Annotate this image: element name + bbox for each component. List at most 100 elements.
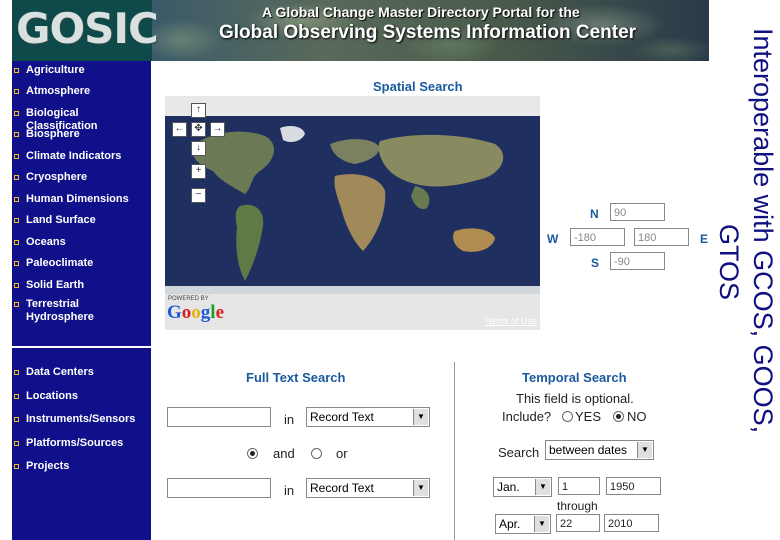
side-caption: Interoperable with GCOS, GOOS, GTOS — [712, 28, 780, 518]
gosic-logo[interactable]: GOSIC — [12, 0, 159, 61]
or-radio[interactable] — [311, 448, 322, 459]
google-g2: g — [200, 302, 211, 323]
header-banner: GOSIC A Global Change Master Directory P… — [12, 0, 709, 61]
bullet-icon — [14, 132, 19, 137]
temporal-search-title: Temporal Search — [522, 370, 627, 385]
search-mode-value: between dates — [549, 443, 628, 457]
search-mode-label: Search — [498, 445, 540, 460]
south-coordinate-input[interactable]: -90 — [610, 252, 665, 270]
sidebar-item-label: Platforms/Sources — [26, 437, 124, 449]
bullet-icon — [14, 441, 19, 446]
sidebar-item-label: Agriculture — [26, 64, 85, 76]
chevron-down-icon: ▼ — [637, 442, 652, 458]
google-e: e — [215, 302, 224, 323]
sidebar-divider — [12, 346, 151, 348]
field-select-2-value: Record Text — [310, 481, 374, 495]
east-coordinate-input[interactable]: 180 — [634, 228, 689, 246]
sidebar-item-label: Climate Indicators — [26, 150, 122, 162]
bullet-icon — [14, 89, 19, 94]
google-logo[interactable]: Google — [167, 302, 224, 324]
and-label: and — [273, 446, 295, 461]
pan-right-button[interactable]: → — [210, 122, 225, 137]
full-text-search-title: Full Text Search — [246, 370, 346, 385]
bullet-icon — [14, 68, 19, 73]
west-coordinate-input[interactable]: -180 — [570, 228, 625, 246]
chevron-down-icon: ▼ — [413, 409, 428, 425]
include-no-radio[interactable] — [613, 411, 624, 422]
sidebar-item-label: Data Centers — [26, 366, 94, 378]
include-yes-radio[interactable] — [562, 411, 573, 422]
sidebar-item-label: Solid Earth — [26, 279, 85, 291]
end-year-input[interactable]: 2010 — [604, 514, 659, 532]
sidebar-item-label: Human Dimensions — [26, 193, 129, 205]
start-year-input[interactable]: 1950 — [606, 477, 661, 495]
bullet-icon — [14, 464, 19, 469]
world-continents — [165, 116, 540, 294]
google-o2: o — [191, 302, 201, 323]
sidebar-item-label: Cryosphere — [26, 171, 88, 183]
world-map[interactable]: ↑ ← ✥ → ↓ + − POWERED BY Google Terms of… — [165, 96, 540, 330]
pan-down-button[interactable]: ↓ — [191, 141, 206, 156]
bullet-icon — [14, 370, 19, 375]
bullet-icon — [14, 302, 19, 307]
bullet-icon — [14, 261, 19, 266]
bullet-icon — [14, 417, 19, 422]
include-yes-label: YES — [575, 409, 602, 424]
in-label-1: in — [284, 412, 295, 427]
logo-text: GOSIC — [16, 4, 159, 53]
keyword-input-1[interactable] — [167, 407, 271, 427]
sidebar-item-label: Locations — [26, 390, 78, 402]
optional-note: This field is optional. — [516, 391, 634, 406]
bullet-icon — [14, 154, 19, 159]
sidebar-item-label: Atmosphere — [26, 85, 91, 97]
banner-subtitle: A Global Change Master Directory Portal … — [262, 4, 580, 20]
field-select-2[interactable]: Record Text ▼ — [306, 478, 430, 498]
spatial-search-title: Spatial Search — [373, 79, 463, 94]
bullet-icon — [14, 394, 19, 399]
sidebar-item-label: Terrestrial Hydrosphere — [26, 298, 94, 323]
section-divider — [454, 362, 455, 540]
include-label: Include? — [502, 409, 552, 424]
include-no-label: NO — [627, 409, 647, 424]
pan-left-button[interactable]: ← — [172, 122, 187, 137]
start-month-select[interactable]: Jan. ▼ — [493, 477, 552, 497]
sidebar-item-label: Land Surface — [26, 214, 96, 226]
through-label: through — [557, 499, 598, 513]
chevron-down-icon: ▼ — [534, 516, 549, 532]
google-o1: o — [181, 302, 192, 323]
south-label: S — [591, 256, 600, 270]
map-footer: POWERED BY Google Terms of Use — [165, 294, 540, 330]
banner-title: Global Observing Systems Information Cen… — [219, 22, 637, 43]
keyword-input-2[interactable] — [167, 478, 271, 498]
sidebar-item-label: Projects — [26, 460, 70, 472]
sidebar-item-label: Paleoclimate — [26, 257, 94, 269]
sidebar-item-label: Biosphere — [26, 128, 80, 140]
sidebar-item-label: Oceans — [26, 236, 66, 248]
end-month-select[interactable]: Apr. ▼ — [495, 514, 551, 534]
in-label-2: in — [284, 483, 295, 498]
field-select-1-value: Record Text — [310, 410, 374, 424]
start-day-input[interactable]: 1 — [558, 477, 600, 495]
pan-up-button[interactable]: ↑ — [191, 103, 206, 118]
pan-center-button[interactable]: ✥ — [191, 122, 206, 137]
zoom-in-button[interactable]: + — [191, 164, 206, 179]
bullet-icon — [14, 218, 19, 223]
bullet-icon — [14, 197, 19, 202]
west-label: W — [547, 232, 559, 246]
side-caption-line2: GTOS — [714, 224, 744, 301]
north-coordinate-input[interactable]: 90 — [610, 203, 665, 221]
map-image[interactable] — [165, 116, 540, 294]
field-select-1[interactable]: Record Text ▼ — [306, 407, 430, 427]
bullet-icon — [14, 111, 19, 116]
zoom-out-button[interactable]: − — [191, 188, 206, 203]
side-caption-line1: Interoperable with GCOS, GOOS, — [748, 28, 778, 434]
end-month-value: Apr. — [499, 517, 521, 531]
chevron-down-icon: ▼ — [413, 480, 428, 496]
or-label: or — [336, 446, 348, 461]
search-mode-select[interactable]: between dates ▼ — [545, 440, 654, 460]
sidebar: Agriculture Atmosphere Biological Classi… — [12, 61, 151, 540]
end-day-input[interactable]: 22 — [556, 514, 600, 532]
bullet-icon — [14, 240, 19, 245]
and-radio[interactable] — [247, 448, 258, 459]
terms-of-use-link[interactable]: Terms of Use — [484, 316, 537, 326]
